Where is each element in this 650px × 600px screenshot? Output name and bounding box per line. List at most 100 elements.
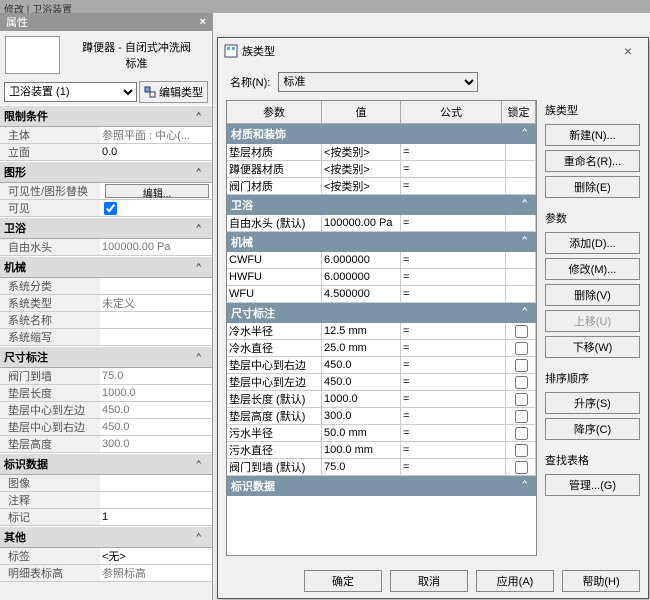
category-header[interactable]: 卫浴⌃ [227, 195, 536, 215]
param-name[interactable]: CWFU [227, 252, 322, 268]
collapse-icon[interactable]: ⌃ [521, 126, 532, 142]
property-value[interactable]: 450.0 [100, 419, 212, 435]
param-value[interactable]: 50.0 mm [322, 425, 401, 441]
param-lock[interactable] [506, 442, 536, 458]
param-value[interactable]: 450.0 [322, 357, 401, 373]
param-name[interactable]: 污水直径 [227, 442, 322, 458]
property-value[interactable]: 450.0 [100, 402, 212, 418]
collapse-icon[interactable]: ⌃ [521, 197, 532, 213]
dialog-titlebar[interactable]: 族类型 × [218, 38, 648, 64]
header-param[interactable]: 参数 [227, 101, 322, 124]
delete-param-button[interactable]: 删除(V) [545, 284, 640, 306]
property-value[interactable]: 100000.00 Pa [100, 239, 212, 255]
param-value[interactable]: 6.000000 [322, 252, 401, 268]
param-value[interactable]: 450.0 [322, 374, 401, 390]
parameter-table-body[interactable]: 材质和装饰⌃垫层材质<按类别>=蹲便器材质<按类别>=阀门材质<按类别>=卫浴⌃… [227, 124, 536, 555]
property-value[interactable] [100, 329, 212, 345]
param-lock[interactable] [506, 357, 536, 373]
param-lock[interactable] [506, 391, 536, 407]
group-header[interactable]: 图形⌃ [0, 161, 212, 183]
param-lock[interactable] [506, 340, 536, 356]
param-lock[interactable] [506, 252, 536, 268]
param-lock[interactable] [506, 408, 536, 424]
param-name[interactable]: 垫层中心到左边 [227, 374, 322, 390]
property-value[interactable]: 300.0 [100, 436, 212, 452]
group-header[interactable]: 其他⌃ [0, 526, 212, 548]
param-formula[interactable]: = [401, 161, 506, 177]
param-value[interactable]: 100.0 mm [322, 442, 401, 458]
param-lock[interactable] [506, 286, 536, 302]
property-value[interactable]: 75.0 [100, 368, 212, 384]
new-type-button[interactable]: 新建(N)... [545, 124, 640, 146]
param-formula[interactable]: = [401, 408, 506, 424]
param-lock[interactable] [506, 323, 536, 339]
move-up-button[interactable]: 上移(U) [545, 310, 640, 332]
param-formula[interactable]: = [401, 286, 506, 302]
param-formula[interactable]: = [401, 425, 506, 441]
collapse-icon[interactable]: ⌃ [195, 166, 208, 179]
group-header[interactable]: 尺寸标注⌃ [0, 346, 212, 368]
param-formula[interactable]: = [401, 144, 506, 160]
close-icon[interactable]: × [614, 43, 642, 59]
param-formula[interactable]: = [401, 459, 506, 475]
category-header[interactable]: 尺寸标注⌃ [227, 303, 536, 323]
property-value[interactable]: 1 [100, 509, 212, 525]
collapse-icon[interactable]: ⌃ [521, 305, 532, 321]
param-name[interactable]: WFU [227, 286, 322, 302]
delete-type-button[interactable]: 删除(E) [545, 176, 640, 198]
property-value[interactable]: 参照平面 : 中心(... [100, 127, 212, 143]
ok-button[interactable]: 确定 [304, 570, 382, 592]
param-formula[interactable]: = [401, 269, 506, 285]
property-value[interactable] [100, 475, 212, 491]
param-value[interactable]: 4.500000 [322, 286, 401, 302]
param-formula[interactable]: = [401, 357, 506, 373]
add-param-button[interactable]: 添加(D)... [545, 232, 640, 254]
group-header[interactable]: 限制条件⌃ [0, 105, 212, 127]
group-header[interactable]: 卫浴⌃ [0, 217, 212, 239]
group-header[interactable]: 机械⌃ [0, 256, 212, 278]
category-header[interactable]: 机械⌃ [227, 232, 536, 252]
param-formula[interactable]: = [401, 374, 506, 390]
param-formula[interactable]: = [401, 391, 506, 407]
param-lock[interactable] [506, 161, 536, 177]
collapse-icon[interactable]: ⌃ [195, 351, 208, 364]
sort-asc-button[interactable]: 升序(S) [545, 392, 640, 414]
collapse-icon[interactable]: ⌃ [521, 478, 532, 494]
collapse-icon[interactable]: ⌃ [195, 110, 208, 123]
apply-button[interactable]: 应用(A) [476, 570, 554, 592]
param-value[interactable]: 100000.00 Pa [322, 215, 401, 231]
group-header[interactable]: 标识数据⌃ [0, 453, 212, 475]
lock-checkbox[interactable] [515, 393, 528, 406]
param-name[interactable]: 阀门材质 [227, 178, 322, 194]
property-value[interactable]: 编辑... [100, 183, 212, 199]
collapse-icon[interactable]: ⌃ [195, 261, 208, 274]
param-value[interactable]: <按类别> [322, 178, 401, 194]
param-value[interactable]: 25.0 mm [322, 340, 401, 356]
param-lock[interactable] [506, 425, 536, 441]
param-formula[interactable]: = [401, 215, 506, 231]
param-value[interactable]: <按类别> [322, 161, 401, 177]
header-formula[interactable]: 公式 [401, 101, 502, 124]
collapse-icon[interactable]: ⌃ [195, 458, 208, 471]
header-value[interactable]: 值 [322, 101, 401, 124]
modify-param-button[interactable]: 修改(M)... [545, 258, 640, 280]
param-name[interactable]: 污水半径 [227, 425, 322, 441]
param-formula[interactable]: = [401, 442, 506, 458]
param-name[interactable]: 垫层长度 (默认) [227, 391, 322, 407]
param-lock[interactable] [506, 374, 536, 390]
param-formula[interactable]: = [401, 252, 506, 268]
rename-type-button[interactable]: 重命名(R)... [545, 150, 640, 172]
property-value[interactable] [100, 492, 212, 508]
lock-checkbox[interactable] [515, 376, 528, 389]
param-name[interactable]: 垫层中心到右边 [227, 357, 322, 373]
param-formula[interactable]: = [401, 340, 506, 356]
property-value[interactable]: 0.0 [100, 144, 212, 160]
param-value[interactable]: 6.000000 [322, 269, 401, 285]
param-value[interactable]: 1000.0 [322, 391, 401, 407]
property-value[interactable] [100, 200, 212, 216]
lock-checkbox[interactable] [515, 325, 528, 338]
property-value[interactable]: 参照标高 [100, 565, 212, 581]
param-name[interactable]: 蹲便器材质 [227, 161, 322, 177]
param-name[interactable]: 垫层材质 [227, 144, 322, 160]
collapse-icon[interactable]: ⌃ [195, 222, 208, 235]
